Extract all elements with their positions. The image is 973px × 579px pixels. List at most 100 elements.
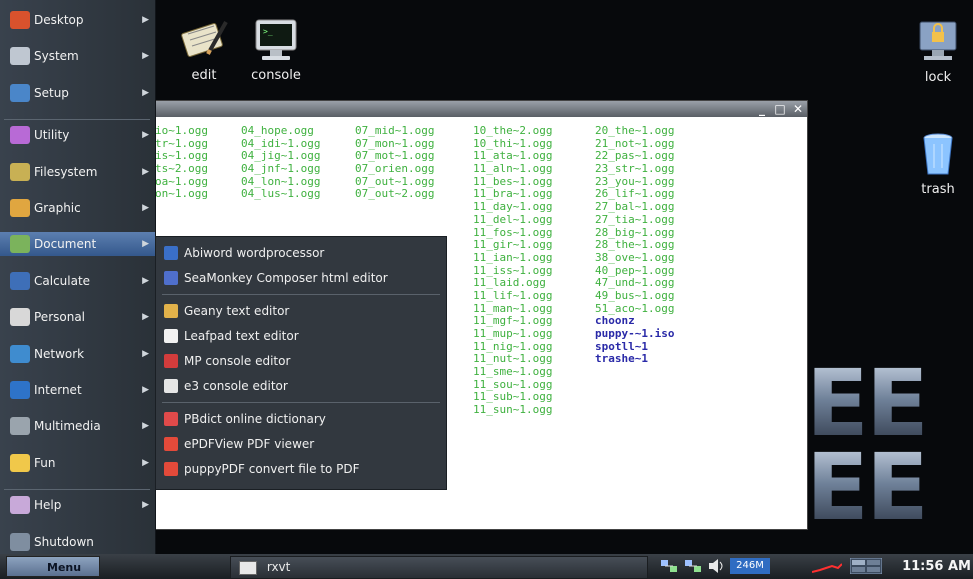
menu-item-personal[interactable]: Personal ▶ <box>0 305 155 329</box>
chevron-right-icon: ▶ <box>142 203 149 213</box>
submenu-item-5[interactable]: MP console editor <box>156 349 446 373</box>
window-titlebar[interactable]: _ □ ✕ <box>151 101 807 117</box>
menu-item-label: Graphic <box>34 201 81 215</box>
menu-item-help[interactable]: Help ▶ <box>0 493 155 517</box>
desktop-icon-console[interactable]: >_ console <box>244 14 308 83</box>
start-menu: Desktop ▶ System ▶ Setup ▶ Utility ▶ Filesystem ▶… <box>0 0 156 566</box>
menu-item-fun[interactable]: Fun ▶ <box>0 451 155 475</box>
submenu-item-1[interactable]: Abiword wordprocessor <box>156 241 446 265</box>
file-entry: 04_hope.ogg <box>241 124 314 137</box>
menu-item-filesystem[interactable]: Filesystem ▶ <box>0 160 155 184</box>
submenu-item-3[interactable]: Geany text editor <box>156 299 446 323</box>
file-column: 20_the~1.ogg 21_not~1.ogg 22_pas~1.ogg 23_s… <box>595 124 675 366</box>
help-icon <box>10 496 30 515</box>
chevron-right-icon: ▶ <box>142 312 149 323</box>
shutdown-icon <box>10 532 30 551</box>
desktop-icon-label: trash <box>921 182 955 197</box>
menu-item-multimedia[interactable]: Multimedia ▶ <box>0 414 155 438</box>
multimedia-icon <box>10 417 30 436</box>
submenu-item-7[interactable]: PBdict online dictionary <box>156 407 446 431</box>
file-entry <box>355 201 434 214</box>
submenu-item-label: PBdict online dictionary <box>184 412 326 426</box>
menu-item-desktop[interactable]: Desktop ▶ <box>0 8 155 32</box>
desktop-icon-trash[interactable]: trash <box>906 128 970 197</box>
submenu-item-8[interactable]: ePDFView PDF viewer <box>156 432 446 456</box>
file-entry: 38_ove~1.ogg <box>595 250 675 264</box>
chevron-right-icon: ▶ <box>142 348 149 359</box>
leafpad-icon <box>164 329 178 343</box>
desktop-icon-lock[interactable]: lock <box>906 16 970 85</box>
file-entry: 11_gir~1.ogg <box>473 238 553 252</box>
taskbar: Menu rxvt 246M 11:56 AM <box>0 554 973 579</box>
desktop-icon-label: lock <box>924 70 952 85</box>
close-icon[interactable]: ✕ <box>791 102 805 116</box>
submenu-item-2[interactable]: SeaMonkey Composer html editor <box>156 266 446 290</box>
file-column: 10_the~2.ogg 10_thi~1.ogg 11_ata~1.ogg 11_a… <box>473 124 553 417</box>
menu-button[interactable]: Menu <box>6 556 100 577</box>
fun-icon <box>10 453 30 472</box>
file-entry: 27_tia~1.ogg <box>595 212 675 226</box>
menu-item-calculate[interactable]: Calculate ▶ <box>0 269 155 293</box>
chevron-right-icon: ▶ <box>142 87 149 98</box>
menu-item-label: Fun <box>34 455 56 470</box>
task-button-rxvt[interactable]: rxvt <box>230 556 648 579</box>
clock[interactable]: 11:56 AM <box>902 556 971 577</box>
menu-item-label: Multimedia <box>34 419 101 434</box>
menu-button-label: Menu <box>47 561 82 574</box>
desktop-icon-label: edit <box>191 68 217 83</box>
submenu-item-label: Leafpad text editor <box>184 329 299 343</box>
menu-item-internet[interactable]: Internet ▶ <box>0 378 155 402</box>
geany-icon <box>164 304 178 318</box>
submenu-item-label: SeaMonkey Composer html editor <box>184 271 388 285</box>
menu-item-utility[interactable]: Utility ▶ <box>0 123 155 147</box>
desktop-pager-icon[interactable] <box>849 557 883 575</box>
graphic-icon <box>10 199 30 217</box>
menu-item-label: Help <box>34 498 62 513</box>
file-entry <box>241 214 320 227</box>
menu-item-setup[interactable]: Setup ▶ <box>0 81 155 105</box>
network-icon[interactable] <box>684 558 702 574</box>
file-entry: trashe~1 <box>595 352 648 366</box>
calculate-icon <box>10 271 30 290</box>
abiword-icon <box>164 246 178 260</box>
menu-separator <box>4 489 150 491</box>
submenu-item-label: ePDFView PDF viewer <box>184 437 315 451</box>
file-entry: 07_orien.ogg <box>355 162 435 176</box>
file-entry: 07_mid~1.ogg <box>355 124 435 137</box>
chevron-right-icon: ▶ <box>142 51 149 62</box>
minimize-icon[interactable]: _ <box>755 102 769 116</box>
file-entry: puppy-~1.iso <box>595 327 675 340</box>
seamonkey-icon <box>164 271 178 285</box>
submenu-item-6[interactable]: e3 console editor <box>156 374 446 398</box>
file-entry: 11_lif~1.ogg <box>473 288 553 302</box>
file-entry: 49_bus~1.ogg <box>595 288 675 302</box>
file-entry <box>155 201 208 214</box>
desktop-icon-edit[interactable]: edit <box>172 14 236 83</box>
background-letter: E <box>806 434 869 541</box>
chevron-right-icon: ▶ <box>142 500 149 511</box>
menu-item-system[interactable]: System ▶ <box>0 44 155 68</box>
file-entry: 11_ian~1.ogg <box>473 250 553 264</box>
volume-icon[interactable] <box>708 558 726 574</box>
menu-item-network[interactable]: Network ▶ <box>0 342 155 366</box>
menu-item-label: System <box>34 49 79 64</box>
chevron-right-icon: ▶ <box>142 385 149 395</box>
menu-item-label: Utility <box>34 128 70 143</box>
menu-item-shutdown[interactable]: Shutdown <box>0 530 155 554</box>
file-entry: 10_the~2.ogg <box>473 124 553 137</box>
menu-item-label: Desktop <box>34 13 84 27</box>
setup-icon <box>10 83 30 102</box>
menu-item-graphic[interactable]: Graphic ▶ <box>0 196 155 220</box>
memory-indicator: 246M <box>730 558 770 574</box>
e3-icon <box>164 379 178 393</box>
submenu-item-4[interactable]: Leafpad text editor <box>156 324 446 348</box>
desktop-icon-label: console <box>251 68 301 83</box>
maximize-icon[interactable]: □ <box>773 102 787 116</box>
network-icon[interactable] <box>660 558 678 574</box>
submenu-item-label: MP console editor <box>184 354 291 368</box>
chevron-right-icon: ▶ <box>142 421 149 432</box>
chevron-right-icon: ▶ <box>142 275 149 286</box>
personal-icon <box>10 308 30 327</box>
submenu-item-9[interactable]: puppyPDF convert file to PDF <box>156 457 446 481</box>
menu-item-document[interactable]: Document ▶ <box>0 232 155 257</box>
